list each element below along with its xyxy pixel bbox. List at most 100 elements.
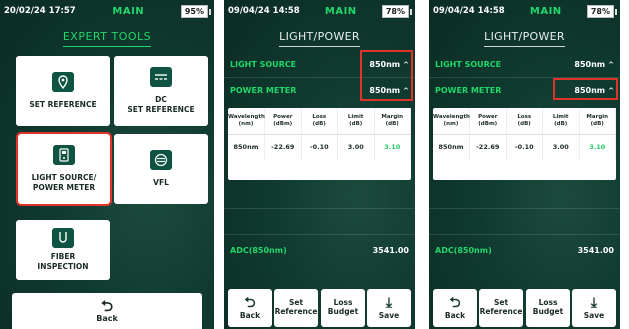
cell-margin: 3.10 bbox=[579, 134, 616, 160]
page-title: EXPERT TOOLS bbox=[0, 30, 214, 47]
tile-dc-set-reference[interactable]: DC SET REFERENCE bbox=[114, 56, 208, 126]
tile-light-source-power-meter[interactable]: LIGHT SOURCE/ POWER METER bbox=[16, 132, 112, 206]
tile-fiber-inspection[interactable]: FIBER INSPECTION bbox=[16, 220, 110, 280]
adc-value: 3541.00 bbox=[372, 245, 409, 255]
divider bbox=[429, 208, 620, 209]
col-wavelength: Wavelength (nm) bbox=[433, 108, 470, 135]
cell-power: -22.69 bbox=[264, 134, 302, 160]
table-row: 850nm -22.69 -0.10 3.00 3.10 bbox=[433, 134, 616, 160]
cell-margin: 3.10 bbox=[374, 134, 411, 160]
status-bar: 09/04/24 14:58 MAIN 78% bbox=[429, 0, 620, 22]
light-source-row[interactable]: LIGHT SOURCE 850nm ^ bbox=[429, 52, 620, 76]
back-button[interactable]: ⮌ Back bbox=[433, 289, 477, 327]
chevron-up-icon: ^ bbox=[608, 60, 614, 69]
tile-vfl[interactable]: VFL bbox=[114, 134, 208, 204]
col-power: Power (dBm) bbox=[264, 108, 302, 135]
tile-label: VFL bbox=[153, 178, 169, 188]
col-limit: Limit (dB) bbox=[337, 108, 375, 135]
table-header-row: Wavelength (nm) Power (dBm) Loss (dB) Li… bbox=[433, 108, 616, 135]
fiber-probe-icon bbox=[52, 228, 74, 249]
cell-wavelength: 850nm bbox=[433, 134, 470, 160]
save-button[interactable]: ⤓ Save bbox=[572, 289, 616, 327]
loss-budget-button[interactable]: Loss Budget bbox=[526, 289, 570, 327]
tile-label: FIBER INSPECTION bbox=[37, 252, 89, 271]
page-title: LIGHT/POWER bbox=[429, 30, 620, 47]
status-datetime: 09/04/24 14:58 bbox=[228, 6, 300, 16]
page-title: LIGHT/POWER bbox=[224, 30, 415, 47]
status-bar: 20/02/24 17:57 MAIN 95% bbox=[0, 0, 214, 22]
tile-label: SET REFERENCE bbox=[29, 100, 97, 110]
save-button[interactable]: ⤓ Save bbox=[367, 289, 411, 327]
light-source-label: LIGHT SOURCE bbox=[435, 59, 502, 69]
light-power-screen: 09/04/24 14:58 MAIN 78% LIGHT/POWER LIGH… bbox=[224, 0, 415, 329]
set-reference-label: Set Reference bbox=[274, 298, 318, 316]
light-source-wavelength: 850nm bbox=[574, 59, 606, 69]
back-label: Back bbox=[96, 314, 118, 323]
page-title-text: EXPERT TOOLS bbox=[62, 30, 152, 47]
results-table: Wavelength (nm) Power (dBm) Loss (dB) Li… bbox=[433, 108, 616, 180]
status-bar: 09/04/24 14:58 MAIN 78% bbox=[224, 0, 415, 22]
light-source-value[interactable]: 850nm ^ bbox=[574, 60, 614, 69]
adc-value: 3541.00 bbox=[577, 245, 614, 255]
power-meter-icon bbox=[53, 145, 75, 166]
col-loss: Loss (dB) bbox=[301, 108, 338, 135]
back-label: Back bbox=[444, 310, 466, 320]
back-arrow-icon: ⮌ bbox=[244, 294, 256, 311]
save-label: Save bbox=[378, 310, 400, 320]
table-row: 850nm -22.69 -0.10 3.00 3.10 bbox=[228, 134, 411, 160]
light-power-screen: 09/04/24 14:58 MAIN 78% LIGHT/POWER LIGH… bbox=[429, 0, 620, 329]
col-margin: Margin (dB) bbox=[579, 108, 616, 135]
tile-label: DC SET REFERENCE bbox=[127, 95, 195, 114]
set-reference-button[interactable]: Set Reference bbox=[274, 289, 318, 327]
set-reference-label: Set Reference bbox=[479, 298, 523, 316]
loss-budget-button[interactable]: Loss Budget bbox=[321, 289, 365, 327]
battery-indicator: 78% bbox=[381, 4, 413, 18]
adc-row: ADC(850nm) 3541.00 bbox=[429, 240, 620, 260]
col-power: Power (dBm) bbox=[469, 108, 507, 135]
set-reference-button[interactable]: Set Reference bbox=[479, 289, 523, 327]
power-meter-label: POWER METER bbox=[435, 85, 502, 95]
back-label: Back bbox=[239, 310, 261, 320]
page-title-text: LIGHT/POWER bbox=[279, 30, 360, 47]
adc-label: ADC(850nm) bbox=[230, 245, 287, 255]
battery-indicator: 78% bbox=[586, 4, 618, 18]
download-icon: ⤓ bbox=[590, 294, 598, 311]
battery-indicator: 95% bbox=[180, 4, 212, 18]
back-button[interactable]: ⮌ Back bbox=[228, 289, 272, 327]
cell-limit: 3.00 bbox=[542, 134, 580, 160]
power-meter-label: POWER METER bbox=[230, 85, 297, 95]
back-button[interactable]: ⮌ Back bbox=[12, 293, 202, 329]
download-icon: ⤓ bbox=[385, 294, 393, 311]
dc-icon bbox=[150, 67, 172, 88]
cell-power: -22.69 bbox=[469, 134, 507, 160]
adc-label: ADC(850nm) bbox=[435, 245, 492, 255]
expert-tools-screen: 20/02/24 17:57 MAIN 95% EXPERT TOOLS SET… bbox=[0, 0, 214, 329]
status-mode: MAIN bbox=[529, 5, 562, 17]
col-margin: Margin (dB) bbox=[374, 108, 411, 135]
tile-label: LIGHT SOURCE/ POWER METER bbox=[31, 173, 97, 192]
status-mode: MAIN bbox=[324, 5, 357, 17]
divider bbox=[224, 208, 415, 209]
col-loss: Loss (dB) bbox=[506, 108, 543, 135]
cell-loss: -0.10 bbox=[301, 134, 338, 160]
cell-wavelength: 850nm bbox=[228, 134, 265, 160]
loss-budget-label: Loss Budget bbox=[532, 298, 564, 316]
status-datetime: 09/04/24 14:58 bbox=[433, 6, 505, 16]
location-pin-icon bbox=[52, 72, 74, 93]
divider bbox=[224, 234, 415, 235]
back-arrow-icon: ⮌ bbox=[100, 297, 113, 315]
save-label: Save bbox=[583, 310, 605, 320]
back-arrow-icon: ⮌ bbox=[449, 294, 461, 311]
vfl-icon bbox=[150, 150, 172, 171]
highlight-box bbox=[553, 78, 618, 100]
tile-set-reference[interactable]: SET REFERENCE bbox=[16, 56, 110, 126]
divider bbox=[429, 234, 620, 235]
col-limit: Limit (dB) bbox=[542, 108, 580, 135]
cell-loss: -0.10 bbox=[506, 134, 543, 160]
col-wavelength: Wavelength (nm) bbox=[228, 108, 265, 135]
status-mode: MAIN bbox=[112, 5, 145, 17]
light-source-label: LIGHT SOURCE bbox=[230, 59, 297, 69]
table-header-row: Wavelength (nm) Power (dBm) Loss (dB) Li… bbox=[228, 108, 411, 135]
cell-limit: 3.00 bbox=[337, 134, 375, 160]
page-title-text: LIGHT/POWER bbox=[484, 30, 565, 47]
